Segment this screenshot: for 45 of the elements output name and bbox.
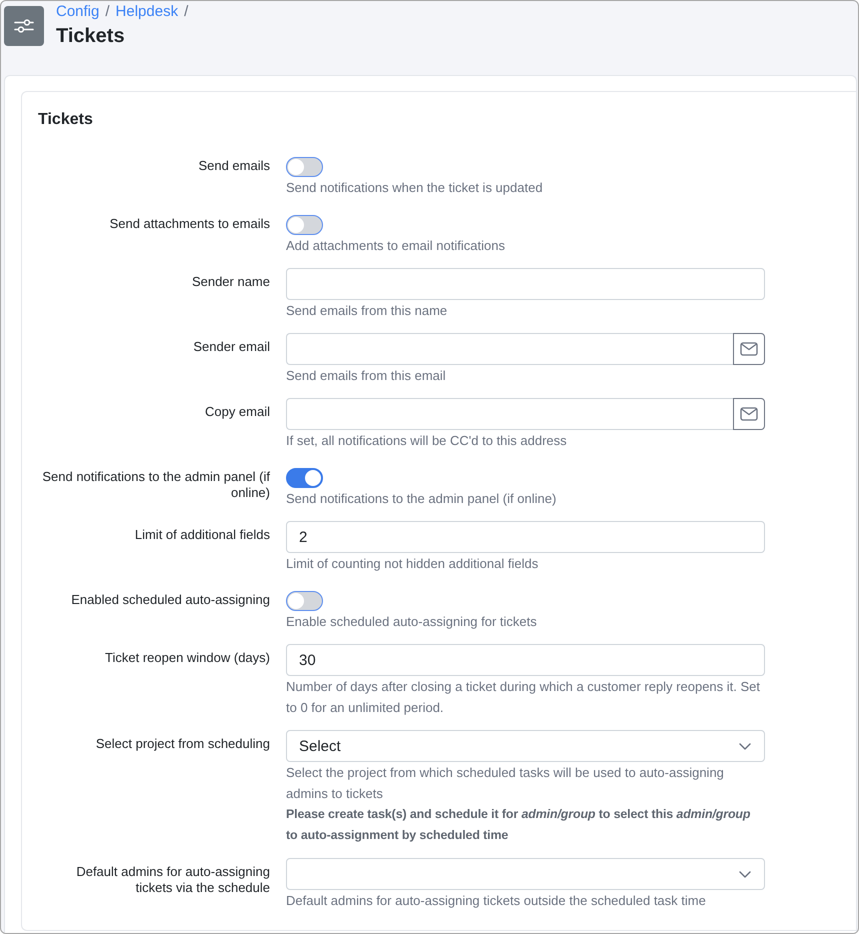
field-label: Limit of additional fields: [134, 526, 270, 543]
field-label: Ticket reopen window (days): [104, 649, 270, 666]
field-hint: Default admins for auto-assigning tickets outside the scheduled task time: [286, 892, 706, 910]
text-input[interactable]: 2: [286, 521, 765, 553]
field-hint: Send notifications to the admin panel (if online): [286, 490, 556, 508]
field-hint: Limit of counting not hidden additional fields: [286, 555, 538, 573]
field-hint: Send notifications when the ticket is updated: [286, 179, 543, 197]
field-hint: Enable scheduled auto-assigning for tickets: [286, 613, 537, 631]
field-label: Select project from scheduling: [94, 735, 270, 752]
chevron-down-icon: [739, 742, 751, 750]
field-hint: Send emails from this email: [286, 367, 446, 385]
chevron-down-icon: [739, 870, 751, 878]
field-label: Sender email: [192, 338, 270, 355]
field-label: Copy email: [204, 403, 270, 420]
field-hint: Send emails from this name: [286, 302, 448, 320]
text-input[interactable]: [286, 268, 765, 300]
text-input[interactable]: 30: [286, 644, 765, 676]
page-title: Tickets: [56, 24, 126, 49]
field-hint: Number of days after closing a ticket during which a customer reply reopens it. Set to 0 for an unlimited period.: [286, 678, 761, 717]
toggle-switch[interactable]: [286, 157, 323, 177]
breadcrumb-separator: /: [184, 3, 188, 21]
envelope-icon: [740, 407, 758, 421]
field-label: Send notifications to the admin panel (if online): [41, 468, 270, 501]
field-label: Default admins for auto-assigning tickets via the schedule: [75, 863, 270, 896]
envelope-icon: [740, 342, 758, 356]
breadcrumb-separator: /: [105, 3, 110, 21]
email-input[interactable]: [286, 398, 733, 430]
toggle-switch[interactable]: [286, 215, 323, 235]
field-label: Send attachments to emails: [108, 215, 270, 232]
email-button[interactable]: [733, 333, 765, 365]
select-field[interactable]: Select: [286, 730, 765, 762]
card-title: Tickets: [38, 110, 94, 130]
field-hint: Add attachments to email notifications: [286, 237, 505, 255]
toggle-switch[interactable]: [286, 591, 323, 611]
field-hint: Select the project from which scheduled tasks will be used to auto-assigning admins to tickets: [286, 764, 725, 803]
field-hint: If set, all notifications will be CC'd to this address: [286, 432, 567, 450]
select-field[interactable]: [286, 858, 765, 890]
sliders-icon: [4, 6, 44, 46]
email-button[interactable]: [733, 398, 765, 430]
field-label: Sender name: [190, 273, 270, 290]
field-label: Enabled scheduled auto-assigning: [70, 591, 270, 608]
toggle-switch[interactable]: [286, 468, 323, 488]
field-label: Send emails: [197, 157, 270, 174]
email-input[interactable]: [286, 333, 733, 365]
hint-note: Please create task(s) and schedule it for admin/group to select this admin/group to auto-assignment by scheduled time: [286, 806, 752, 844]
